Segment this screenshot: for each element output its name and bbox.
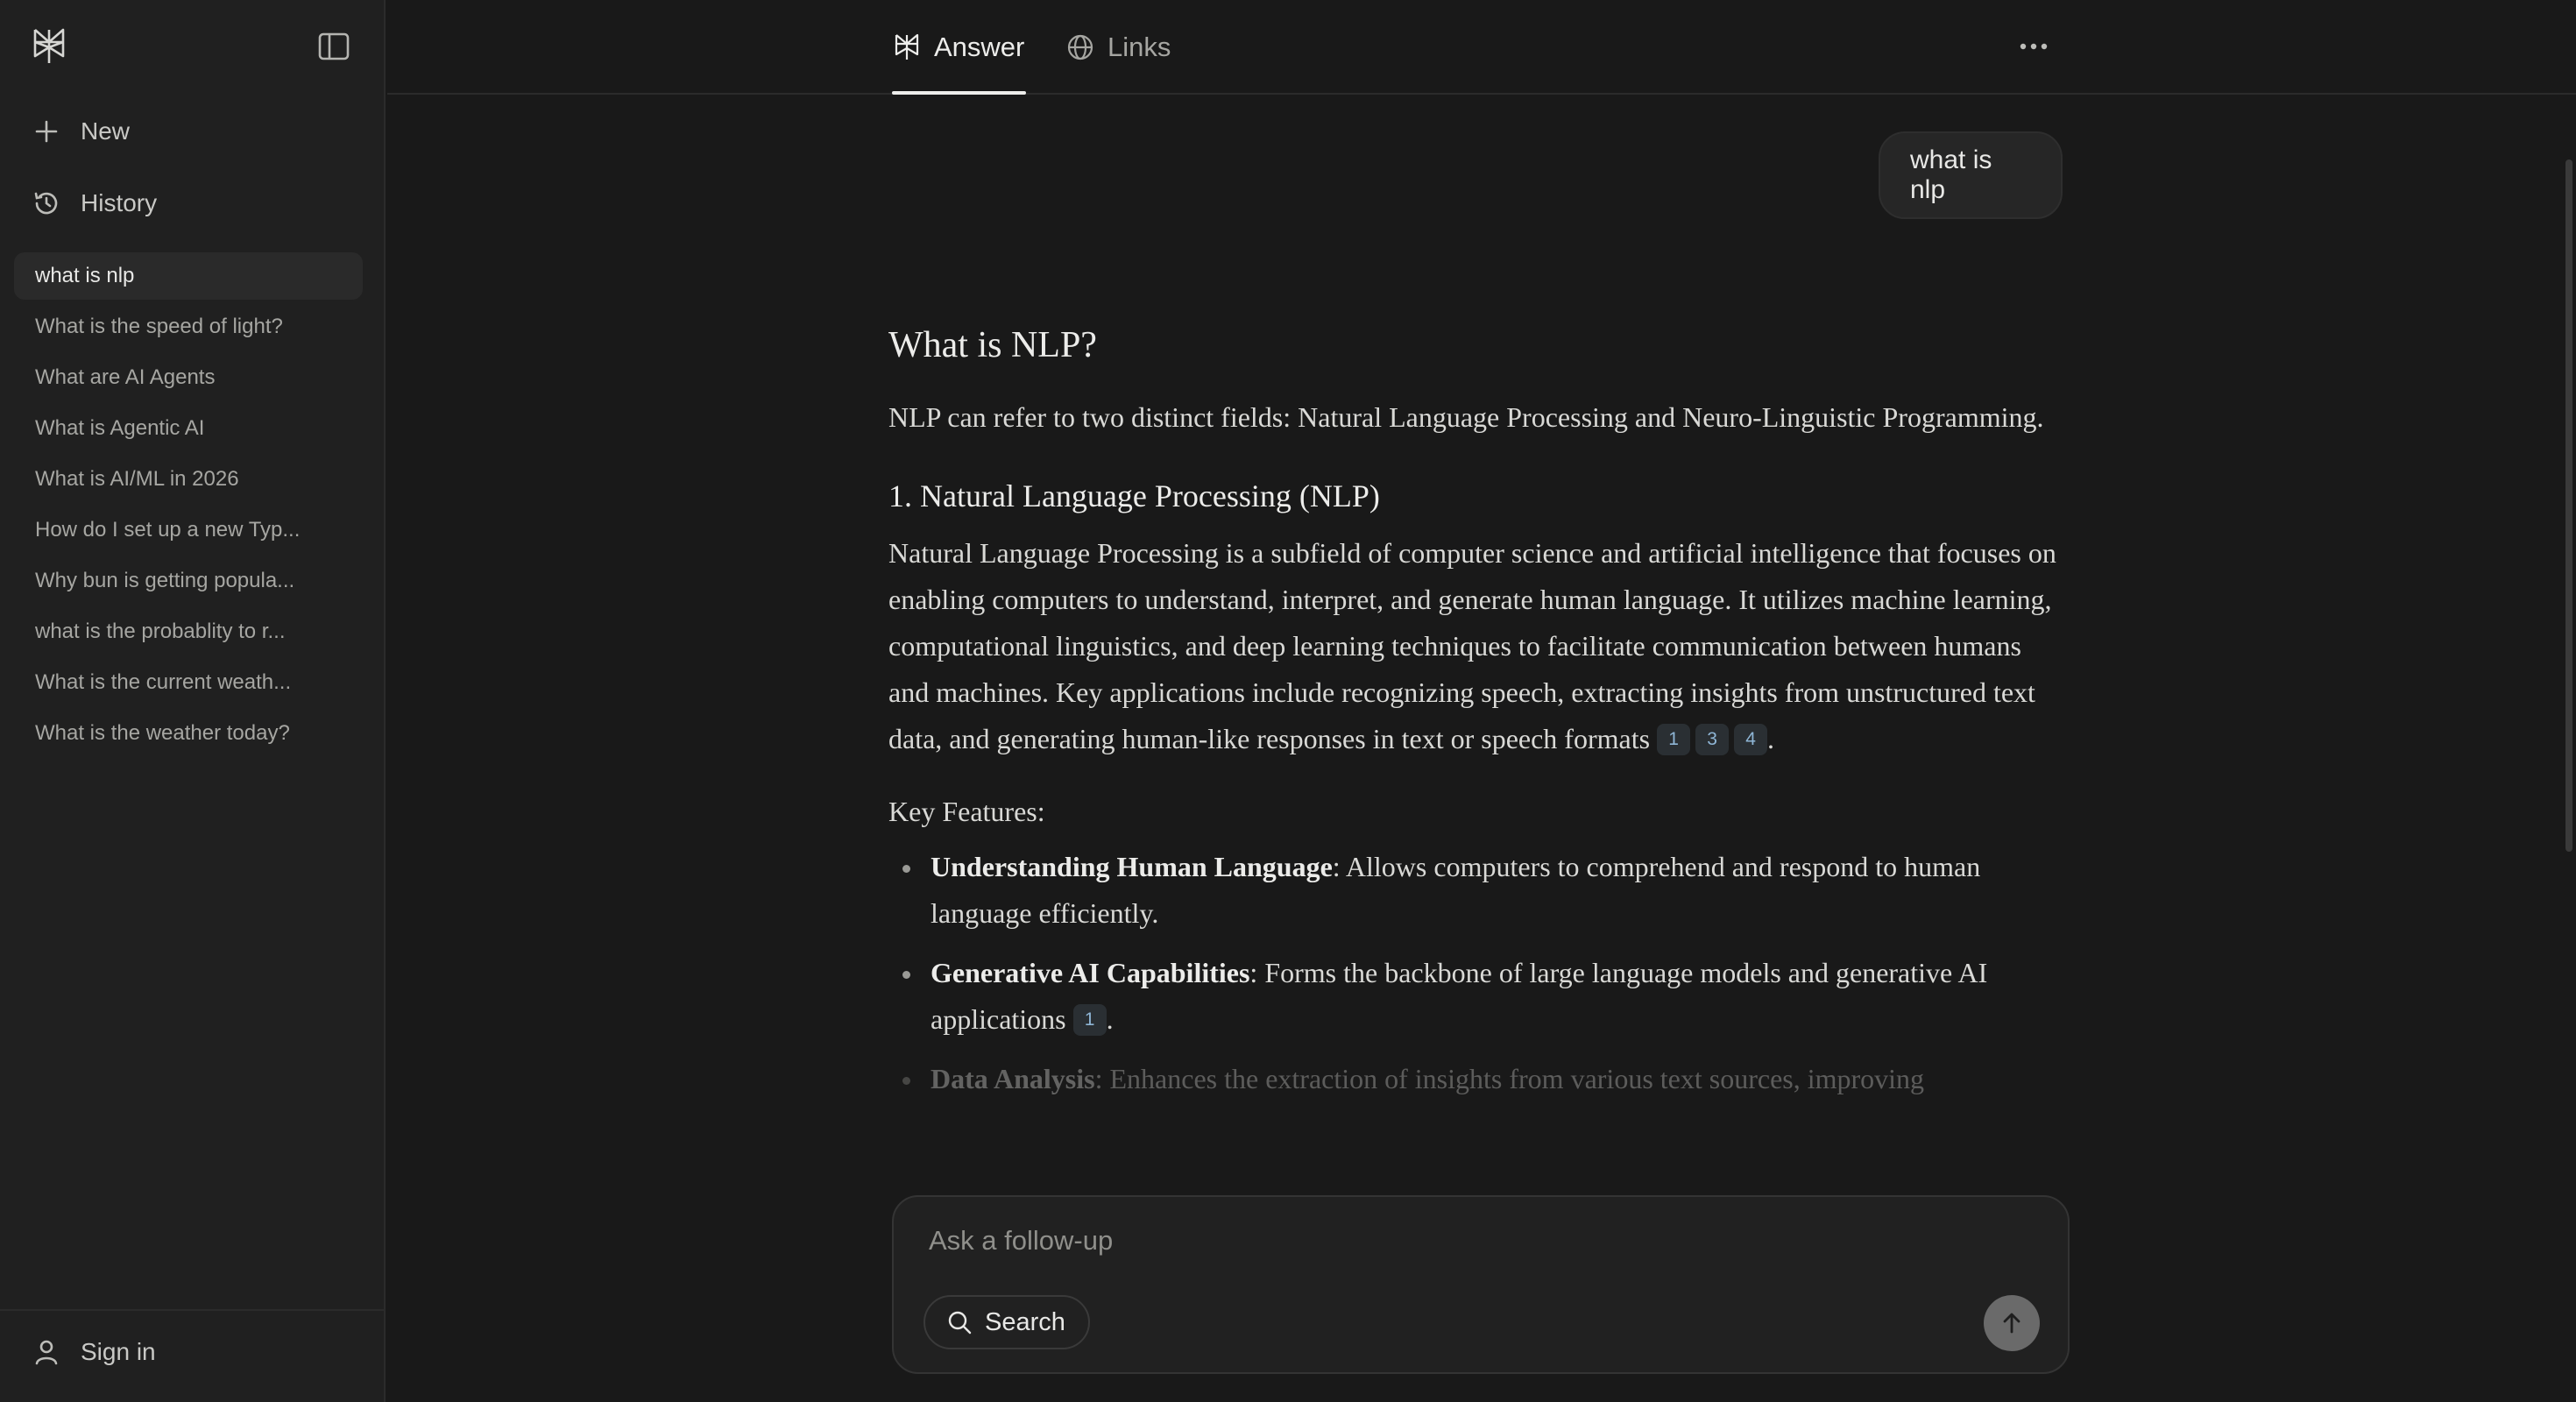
tab-links[interactable]: Links: [1065, 26, 1171, 68]
plus-icon: [35, 120, 58, 143]
feature-item: Understanding Human Language: Allows com…: [888, 844, 2063, 937]
search-mode-label: Search: [985, 1307, 1065, 1336]
feature-title: Generative AI Capabilities: [931, 957, 1250, 988]
arrow-up-icon: [2003, 1313, 2020, 1334]
app-window: New History what is nlp What is the spee…: [0, 0, 2576, 1402]
citation-badge[interactable]: 1: [1657, 724, 1691, 755]
active-tab-indicator: [892, 91, 1026, 95]
history-item[interactable]: What is the current weath...: [14, 659, 363, 706]
citation-badge[interactable]: 3: [1695, 724, 1730, 755]
search-mode-button[interactable]: Search: [924, 1295, 1090, 1349]
history-item[interactable]: What is the weather today?: [14, 710, 363, 757]
sidebar: New History what is nlp What is the spee…: [0, 0, 386, 1402]
citation-badge[interactable]: 4: [1734, 724, 1768, 755]
history-item[interactable]: What is the speed of light?: [14, 303, 363, 350]
scrollbar[interactable]: [2565, 159, 2572, 852]
answer-intro: NLP can refer to two distinct fields: Na…: [888, 401, 2044, 433]
answer-title: What is NLP?: [888, 325, 1097, 365]
follow-up-input[interactable]: [929, 1221, 1893, 1260]
perplexity-logo-icon[interactable]: [30, 26, 68, 67]
history-item[interactable]: Why bun is getting popula...: [14, 557, 363, 605]
top-bar: Answer Links: [387, 0, 2576, 95]
section-body: Natural Language Processing is a subfiel…: [888, 537, 2056, 755]
history-button[interactable]: History: [19, 175, 361, 231]
new-thread-button[interactable]: New: [19, 103, 361, 159]
history-item-what-is-nlp[interactable]: what is nlp: [14, 252, 363, 300]
sidebar-toggle-icon[interactable]: [317, 32, 350, 61]
citation-badge[interactable]: 1: [1072, 1004, 1107, 1036]
feature-item: Generative AI Capabilities: Forms the ba…: [888, 950, 2063, 1043]
features-list: Understanding Human Language: Allows com…: [888, 844, 2063, 1102]
history-item[interactable]: How do I set up a new Typ...: [14, 506, 363, 554]
feature-item: Data Analysis: Enhances the extraction o…: [888, 1056, 2063, 1102]
sign-in-button[interactable]: Sign in: [32, 1337, 156, 1367]
history-item[interactable]: What is Agentic AI: [14, 405, 363, 452]
section-heading: 1. Natural Language Processing (NLP): [888, 478, 1380, 513]
sign-in-label: Sign in: [81, 1338, 156, 1365]
new-label: New: [81, 117, 131, 145]
perplexity-icon: [895, 33, 919, 60]
user-query-bubble: what is nlp: [1879, 131, 2063, 219]
search-icon: [948, 1311, 972, 1335]
sidebar-footer: Sign in: [0, 1309, 384, 1402]
tab-links-label: Links: [1108, 32, 1171, 62]
feature-title: Understanding Human Language: [931, 851, 1333, 882]
tab-answer[interactable]: Answer: [892, 26, 1024, 68]
feature-text: : Enhances the extraction of insights fr…: [1094, 1063, 1925, 1094]
history-item[interactable]: What are AI Agents: [14, 354, 363, 401]
user-icon: [35, 1340, 58, 1365]
history-list: what is nlp What is the speed of light? …: [14, 252, 363, 761]
section-body-text: Natural Language Processing is a subfiel…: [888, 537, 2056, 754]
history-item[interactable]: What is AI/ML in 2026: [14, 456, 363, 503]
history-label: History: [81, 189, 158, 216]
send-button[interactable]: [1984, 1295, 2040, 1351]
feature-title: Data Analysis: [931, 1063, 1095, 1094]
tab-answer-label: Answer: [934, 32, 1025, 62]
more-icon[interactable]: [2017, 33, 2050, 60]
content-fade: [876, 1139, 2103, 1195]
follow-up-composer: Search: [892, 1195, 2070, 1374]
answer: What is NLP? NLP can refer to two distin…: [888, 324, 2063, 1115]
history-item[interactable]: what is the probablity to r...: [14, 608, 363, 655]
key-features-label: Key Features:: [888, 796, 1045, 827]
globe-icon: [1067, 34, 1093, 60]
history-icon: [34, 192, 58, 215]
